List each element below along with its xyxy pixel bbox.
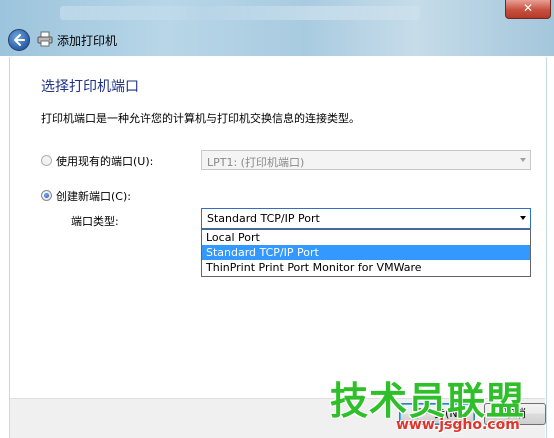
existing-port-label[interactable]: 使用现有的端口(U): xyxy=(56,153,153,169)
blurred-taskbar-area xyxy=(60,6,420,20)
existing-port-value: LPT1: (打印机端口) xyxy=(207,156,305,169)
close-button[interactable]: ✕ xyxy=(505,0,551,19)
close-icon: ✕ xyxy=(522,1,534,15)
port-option-local[interactable]: Local Port xyxy=(202,230,530,245)
back-button[interactable] xyxy=(8,29,30,51)
new-port-radio[interactable] xyxy=(41,190,52,201)
port-type-select[interactable]: Standard TCP/IP Port xyxy=(201,208,531,229)
page-description: 打印机端口是一种允许您的计算机与打印机交换信息的连接类型。 xyxy=(41,112,360,125)
port-option-standard-tcpip[interactable]: Standard TCP/IP Port xyxy=(202,245,530,260)
new-port-label[interactable]: 创建新端口(C): xyxy=(56,188,131,204)
existing-port-select[interactable]: LPT1: (打印机端口) xyxy=(201,150,531,170)
chevron-down-icon xyxy=(520,158,526,162)
port-type-label: 端口类型: xyxy=(71,215,119,228)
port-option-thinprint[interactable]: ThinPrint Print Port Monitor for VMWare xyxy=(202,260,530,275)
watermark-url: www.jsgho.com xyxy=(396,417,520,433)
existing-port-radio[interactable] xyxy=(41,155,52,166)
back-arrow-icon xyxy=(14,34,25,46)
add-printer-window: ✕ 添加打印机 选择打印机端口 打印机端口是一种允许您的计算机与打印机交换信息的… xyxy=(0,0,554,438)
port-type-value: Standard TCP/IP Port xyxy=(207,212,320,225)
page-heading: 选择打印机端口 xyxy=(41,79,139,95)
printer-icon xyxy=(37,31,53,47)
window-title: 添加打印机 xyxy=(57,34,118,48)
chevron-down-icon xyxy=(520,216,526,220)
port-type-dropdown-list: Local Port Standard TCP/IP Port ThinPrin… xyxy=(201,229,531,277)
